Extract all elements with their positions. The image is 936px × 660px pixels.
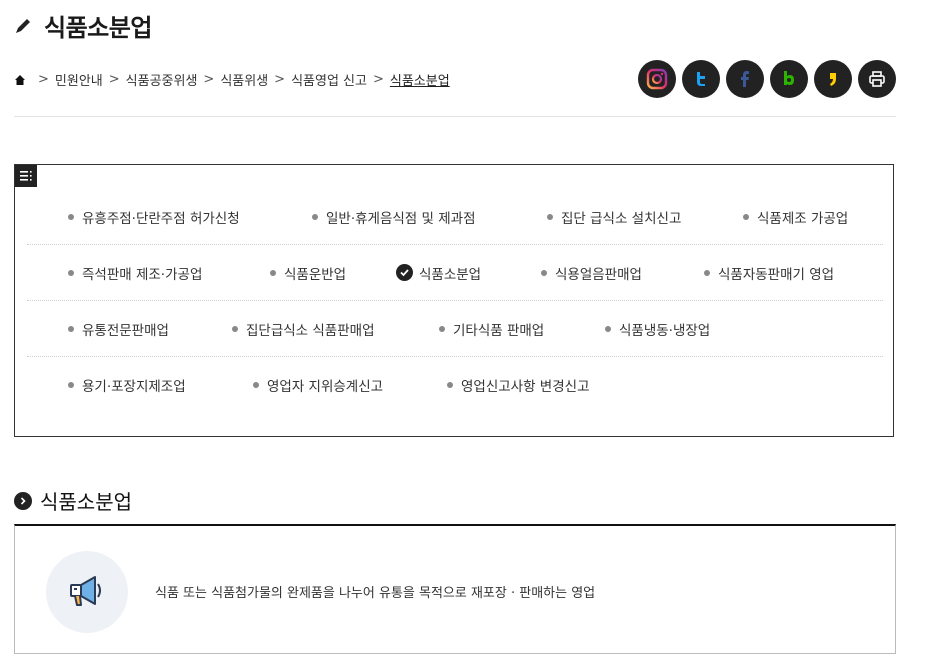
breadcrumb-item[interactable]: 식품영업 신고 xyxy=(291,70,367,89)
bullet-icon xyxy=(270,269,276,276)
category-label: 집단급식소 식품판매업 xyxy=(246,322,375,339)
category-row: 유흥주점·단란주점 허가신청 일반·휴게음식점 및 제과점 집단 급식소 설치신… xyxy=(27,189,883,245)
home-icon[interactable] xyxy=(14,74,26,86)
bullet-icon xyxy=(253,382,259,388)
social-share-bar xyxy=(638,60,896,98)
category-label: 일반·휴게음식점 및 제과점 xyxy=(326,210,476,227)
category-item[interactable]: 기타식품 판매업 xyxy=(439,319,544,339)
category-item[interactable]: 영업자 지위승계신고 xyxy=(253,375,383,395)
print-icon xyxy=(869,71,885,87)
breadcrumb-separator: > xyxy=(38,72,49,87)
bullet-icon xyxy=(605,325,611,332)
category-item[interactable]: 일반·휴게음식점 및 제과점 xyxy=(312,207,476,227)
bullet-icon xyxy=(743,213,749,220)
category-row: 즉석판매 제조·가공업 식품운반업 식품소분업 식용얼음판매업 식품자동판매기 … xyxy=(27,245,883,301)
chevron-right-icon xyxy=(14,491,32,510)
page-title: 식품소분업 xyxy=(44,14,152,42)
category-label: 기타식품 판매업 xyxy=(453,322,545,339)
category-label: 식품소분업 xyxy=(419,266,482,283)
bullet-icon xyxy=(541,269,547,276)
instagram-icon xyxy=(646,68,668,90)
twitter-icon xyxy=(697,72,705,86)
breadcrumb-separator: > xyxy=(108,72,120,87)
bullet-icon xyxy=(447,382,453,388)
category-label: 유흥주점·단란주점 허가신청 xyxy=(82,210,240,227)
kakaostory-button[interactable] xyxy=(814,60,852,98)
category-label: 식품제조 가공업 xyxy=(757,210,849,227)
category-item[interactable]: 식품운반업 xyxy=(270,263,346,283)
category-label: 식품냉동·냉장업 xyxy=(619,322,711,339)
kakaostory-icon xyxy=(830,73,836,86)
menu-tag xyxy=(15,165,37,187)
bullet-icon xyxy=(68,325,74,332)
breadcrumb-current[interactable]: 식품소분업 xyxy=(390,70,450,89)
bullet-icon xyxy=(704,269,710,276)
bullet-icon xyxy=(439,325,445,332)
breadcrumb-item[interactable]: 식품위생 xyxy=(220,70,268,89)
category-item[interactable]: 식품제조 가공업 xyxy=(743,207,848,227)
category-item[interactable]: 식품냉동·냉장업 xyxy=(605,319,710,339)
instagram-button[interactable] xyxy=(638,60,676,98)
category-label: 식품자동판매기 영업 xyxy=(718,266,835,283)
category-label: 집단 급식소 설치신고 xyxy=(561,210,682,227)
category-item[interactable]: 용기·포장지제조업 xyxy=(68,375,186,395)
category-label: 식용얼음판매업 xyxy=(555,266,642,283)
category-item-selected[interactable]: 식품소분업 xyxy=(396,263,481,283)
bullet-icon xyxy=(68,269,74,276)
category-item[interactable]: 유통전문판매업 xyxy=(68,319,169,339)
breadcrumb-item[interactable]: 민원안내 xyxy=(55,70,103,89)
category-label: 영업자 지위승계신고 xyxy=(267,379,384,395)
page-header: 식품소분업 xyxy=(14,8,152,43)
blog-button[interactable] xyxy=(770,60,808,98)
category-label: 식품운반업 xyxy=(284,266,347,283)
bullet-icon xyxy=(68,213,74,220)
category-label: 즉석판매 제조·가공업 xyxy=(82,266,203,283)
facebook-icon xyxy=(741,71,749,87)
section-title: 식품소분업 xyxy=(40,490,132,514)
category-item[interactable]: 식용얼음판매업 xyxy=(541,263,642,283)
category-item[interactable]: 즉석판매 제조·가공업 xyxy=(68,263,202,283)
category-label: 유통전문판매업 xyxy=(82,322,169,339)
bullet-icon xyxy=(312,213,318,220)
category-label: 용기·포장지제조업 xyxy=(82,379,186,395)
pencil-icon xyxy=(16,18,30,33)
category-item[interactable]: 집단급식소 식품판매업 xyxy=(232,319,375,339)
bullet-icon xyxy=(232,325,238,332)
list-icon xyxy=(20,171,32,181)
bullet-icon xyxy=(68,382,74,388)
divider xyxy=(14,116,896,117)
megaphone-icon xyxy=(70,576,101,606)
checkmark-icon xyxy=(396,264,413,281)
breadcrumb: > 민원안내 > 식품공중위생 > 식품위생 > 식품영업 신고 > 식품소분업 xyxy=(14,70,450,89)
description-text: 식품 또는 식품첨가물의 완제품을 나누어 유통을 목적으로 재포장 · 판매하… xyxy=(155,586,596,601)
blog-icon xyxy=(784,71,794,85)
section-header: 식품소분업 xyxy=(14,486,132,515)
description-box: 식품 또는 식품첨가물의 완제품을 나누어 유통을 목적으로 재포장 · 판매하… xyxy=(14,524,896,654)
category-label: 영업신고사항 변경신고 xyxy=(461,379,590,395)
breadcrumb-separator: > xyxy=(203,72,215,87)
category-item[interactable]: 유흥주점·단란주점 허가신청 xyxy=(68,207,240,227)
category-item[interactable]: 집단 급식소 설치신고 xyxy=(547,207,681,227)
facebook-button[interactable] xyxy=(726,60,764,98)
breadcrumb-separator: > xyxy=(372,72,384,87)
category-row: 용기·포장지제조업 영업자 지위승계신고 영업신고사항 변경신고 xyxy=(27,357,883,413)
icon-circle xyxy=(46,551,128,633)
print-button[interactable] xyxy=(858,60,896,98)
category-row: 유통전문판매업 집단급식소 식품판매업 기타식품 판매업 식품냉동·냉장업 xyxy=(27,301,883,357)
category-item[interactable]: 식품자동판매기 영업 xyxy=(704,263,834,283)
category-item[interactable]: 영업신고사항 변경신고 xyxy=(447,375,590,395)
category-menu: 유흥주점·단란주점 허가신청 일반·휴게음식점 및 제과점 집단 급식소 설치신… xyxy=(14,164,894,437)
bullet-icon xyxy=(547,213,553,220)
twitter-button[interactable] xyxy=(682,60,720,98)
breadcrumb-item[interactable]: 식품공중위생 xyxy=(126,70,198,89)
breadcrumb-separator: > xyxy=(274,72,286,87)
